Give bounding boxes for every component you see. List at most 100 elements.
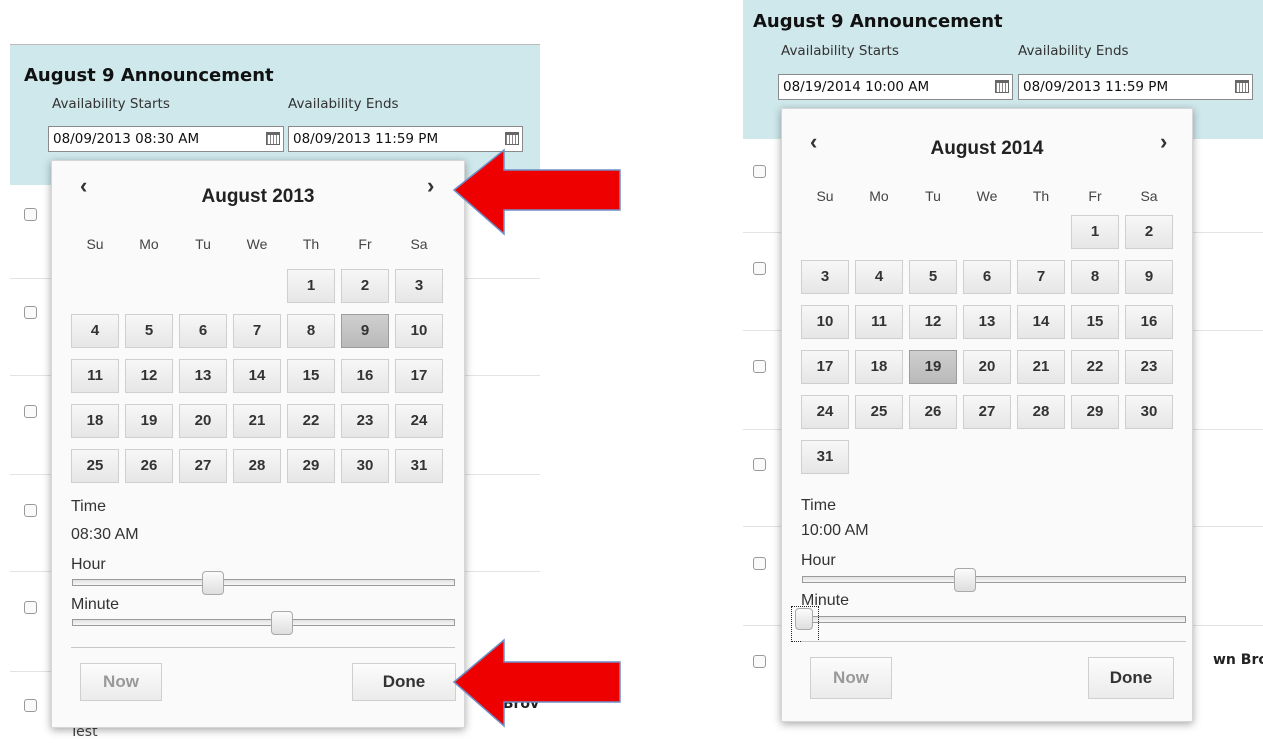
availability-ends-label: Availability Ends bbox=[1018, 43, 1129, 59]
day-cell-24[interactable]: 24 bbox=[395, 404, 443, 438]
day-cell-16[interactable]: 16 bbox=[341, 359, 389, 393]
minute-slider-track[interactable] bbox=[72, 619, 455, 626]
day-cell-17[interactable]: 17 bbox=[395, 359, 443, 393]
next-month-button[interactable]: › bbox=[427, 173, 434, 199]
weekday-label: Sa bbox=[1140, 188, 1158, 204]
day-cell-19[interactable]: 19 bbox=[125, 404, 173, 438]
day-cell-17[interactable]: 17 bbox=[801, 350, 849, 384]
day-cell-4[interactable]: 4 bbox=[71, 314, 119, 348]
now-button[interactable]: Now bbox=[80, 663, 162, 701]
day-cell-12[interactable]: 12 bbox=[125, 359, 173, 393]
day-cell-7[interactable]: 7 bbox=[233, 314, 281, 348]
day-cell-10[interactable]: 10 bbox=[395, 314, 443, 348]
day-cell-27[interactable]: 27 bbox=[179, 449, 227, 483]
day-cell-25[interactable]: 25 bbox=[71, 449, 119, 483]
day-cell-7[interactable]: 7 bbox=[1017, 260, 1065, 294]
calendar-icon[interactable] bbox=[505, 132, 519, 145]
day-cell-14[interactable]: 14 bbox=[233, 359, 281, 393]
availability-starts-field[interactable]: 08/09/2013 08:30 AM bbox=[48, 126, 284, 152]
row-checkbox[interactable] bbox=[24, 699, 37, 712]
row-checkbox[interactable] bbox=[24, 208, 37, 221]
hour-slider-handle[interactable] bbox=[201, 571, 224, 595]
done-button[interactable]: Done bbox=[1088, 657, 1174, 699]
time-value: 08:30 AM bbox=[71, 526, 139, 543]
day-cell-16[interactable]: 16 bbox=[1125, 305, 1173, 339]
day-cell-9[interactable]: 9 bbox=[1125, 260, 1173, 294]
row-checkbox[interactable] bbox=[753, 458, 766, 471]
row-checkbox[interactable] bbox=[753, 655, 766, 668]
availability-ends-field[interactable]: 08/09/2013 11:59 PM bbox=[1018, 74, 1253, 100]
now-button[interactable]: Now bbox=[810, 657, 892, 699]
day-cell-18[interactable]: 18 bbox=[71, 404, 119, 438]
day-cell-22[interactable]: 22 bbox=[1071, 350, 1119, 384]
day-cell-1[interactable]: 1 bbox=[1071, 215, 1119, 249]
day-cell-14[interactable]: 14 bbox=[1017, 305, 1065, 339]
done-button[interactable]: Done bbox=[352, 663, 456, 701]
day-cell-28[interactable]: 28 bbox=[1017, 395, 1065, 429]
row-checkbox[interactable] bbox=[753, 165, 766, 178]
row-checkbox[interactable] bbox=[753, 262, 766, 275]
hour-slider-handle[interactable] bbox=[954, 568, 977, 592]
day-cell-18[interactable]: 18 bbox=[855, 350, 903, 384]
availability-starts-field[interactable]: 08/19/2014 10:00 AM bbox=[778, 74, 1013, 100]
day-cell-15[interactable]: 15 bbox=[287, 359, 335, 393]
day-cell-5[interactable]: 5 bbox=[909, 260, 957, 294]
row-checkbox[interactable] bbox=[24, 405, 37, 418]
announcement-title: August 9 Announcement bbox=[753, 11, 1003, 32]
day-cell-24[interactable]: 24 bbox=[801, 395, 849, 429]
minute-slider-handle[interactable] bbox=[270, 611, 293, 635]
availability-ends-value: 08/09/2013 11:59 PM bbox=[1023, 79, 1169, 95]
day-cell-22[interactable]: 22 bbox=[287, 404, 335, 438]
day-cell-6[interactable]: 6 bbox=[179, 314, 227, 348]
day-cell-30[interactable]: 30 bbox=[341, 449, 389, 483]
day-cell-21[interactable]: 21 bbox=[1017, 350, 1065, 384]
day-cell-9[interactable]: 9 bbox=[341, 314, 389, 348]
day-cell-1[interactable]: 1 bbox=[287, 269, 335, 303]
day-cell-3[interactable]: 3 bbox=[395, 269, 443, 303]
day-cell-31[interactable]: 31 bbox=[395, 449, 443, 483]
calendar-icon[interactable] bbox=[995, 80, 1009, 93]
day-cell-30[interactable]: 30 bbox=[1125, 395, 1173, 429]
hour-slider-track[interactable] bbox=[72, 579, 455, 586]
row-checkbox[interactable] bbox=[24, 504, 37, 517]
day-cell-3[interactable]: 3 bbox=[801, 260, 849, 294]
day-cell-11[interactable]: 11 bbox=[71, 359, 119, 393]
next-month-button[interactable]: › bbox=[1160, 129, 1167, 155]
day-cell-15[interactable]: 15 bbox=[1071, 305, 1119, 339]
day-cell-26[interactable]: 26 bbox=[909, 395, 957, 429]
day-cell-13[interactable]: 13 bbox=[963, 305, 1011, 339]
day-cell-20[interactable]: 20 bbox=[179, 404, 227, 438]
calendar-icon[interactable] bbox=[1235, 80, 1249, 93]
day-cell-20[interactable]: 20 bbox=[963, 350, 1011, 384]
day-cell-28[interactable]: 28 bbox=[233, 449, 281, 483]
day-cell-25[interactable]: 25 bbox=[855, 395, 903, 429]
day-cell-27[interactable]: 27 bbox=[963, 395, 1011, 429]
day-cell-2[interactable]: 2 bbox=[341, 269, 389, 303]
day-cell-8[interactable]: 8 bbox=[1071, 260, 1119, 294]
day-cell-31[interactable]: 31 bbox=[801, 440, 849, 474]
day-cell-26[interactable]: 26 bbox=[125, 449, 173, 483]
day-cell-29[interactable]: 29 bbox=[1071, 395, 1119, 429]
day-cell-13[interactable]: 13 bbox=[179, 359, 227, 393]
calendar-icon[interactable] bbox=[266, 132, 280, 145]
day-cell-5[interactable]: 5 bbox=[125, 314, 173, 348]
day-cell-2[interactable]: 2 bbox=[1125, 215, 1173, 249]
day-cell-19[interactable]: 19 bbox=[909, 350, 957, 384]
day-cell-6[interactable]: 6 bbox=[963, 260, 1011, 294]
day-cell-23[interactable]: 23 bbox=[1125, 350, 1173, 384]
day-cell-29[interactable]: 29 bbox=[287, 449, 335, 483]
hour-slider-track[interactable] bbox=[802, 576, 1186, 583]
day-cell-11[interactable]: 11 bbox=[855, 305, 903, 339]
minute-slider-track[interactable] bbox=[802, 616, 1186, 623]
weekday-label: We bbox=[246, 236, 268, 252]
day-cell-23[interactable]: 23 bbox=[341, 404, 389, 438]
day-cell-21[interactable]: 21 bbox=[233, 404, 281, 438]
day-cell-4[interactable]: 4 bbox=[855, 260, 903, 294]
day-cell-12[interactable]: 12 bbox=[909, 305, 957, 339]
row-checkbox[interactable] bbox=[753, 557, 766, 570]
row-checkbox[interactable] bbox=[753, 360, 766, 373]
row-checkbox[interactable] bbox=[24, 306, 37, 319]
day-cell-10[interactable]: 10 bbox=[801, 305, 849, 339]
row-checkbox[interactable] bbox=[24, 601, 37, 614]
day-cell-8[interactable]: 8 bbox=[287, 314, 335, 348]
